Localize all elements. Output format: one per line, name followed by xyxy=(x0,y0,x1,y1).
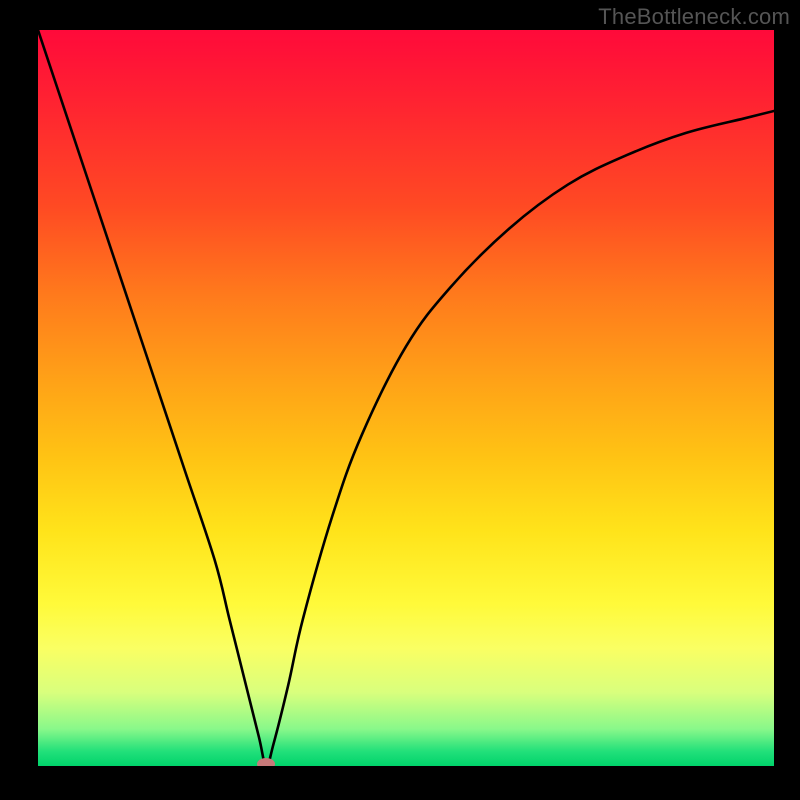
chart-frame: TheBottleneck.com xyxy=(0,0,800,800)
minimum-marker xyxy=(257,758,275,766)
plot-area xyxy=(38,30,774,766)
watermark-text: TheBottleneck.com xyxy=(598,4,790,30)
bottleneck-curve xyxy=(38,30,774,766)
curve-svg xyxy=(38,30,774,766)
